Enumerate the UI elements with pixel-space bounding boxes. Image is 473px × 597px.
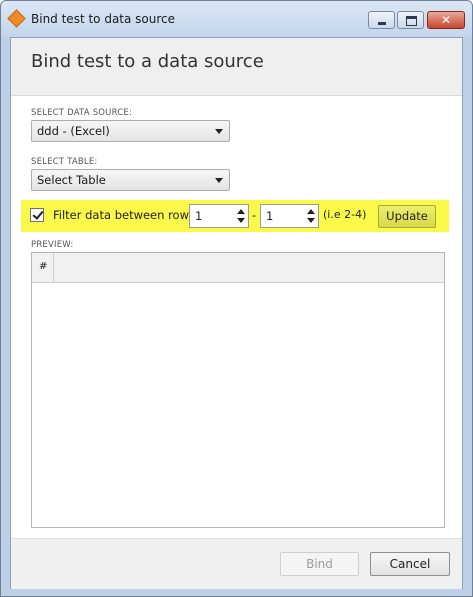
data-source-dropdown[interactable]: ddd - (Excel) bbox=[31, 120, 230, 142]
dialog-content: Bind test to a data source SELECT DATA S… bbox=[10, 37, 463, 589]
table-value: Select Table bbox=[37, 173, 106, 187]
column-header-row-number[interactable]: # bbox=[32, 253, 54, 282]
row-to-spin-buttons[interactable] bbox=[305, 206, 317, 226]
dialog-footer: Bind Cancel bbox=[11, 538, 462, 589]
bind-button[interactable]: Bind bbox=[280, 552, 359, 576]
column-header-label: # bbox=[39, 261, 48, 272]
arrow-up-icon[interactable] bbox=[307, 209, 315, 214]
arrow-up-icon[interactable] bbox=[237, 209, 245, 214]
filter-label: Filter data between rows: bbox=[53, 208, 199, 222]
row-from-stepper[interactable]: 1 bbox=[189, 204, 249, 228]
close-button[interactable]: ✕ bbox=[427, 11, 465, 29]
dialog-window: Bind test to data source ✕ Bind test to … bbox=[0, 0, 473, 597]
preview-label: PREVIEW: bbox=[31, 240, 74, 250]
app-logo-icon bbox=[7, 9, 26, 28]
row-to-stepper[interactable]: 1 bbox=[260, 204, 319, 228]
range-separator: - bbox=[252, 208, 257, 222]
arrow-down-icon[interactable] bbox=[307, 218, 315, 223]
title-bar[interactable]: Bind test to data source ✕ bbox=[1, 1, 472, 37]
chevron-down-icon bbox=[215, 129, 223, 134]
arrow-down-icon[interactable] bbox=[237, 218, 245, 223]
filter-checkbox[interactable] bbox=[30, 208, 44, 222]
filter-rows-panel: Filter data between rows: 1 - 1 (i.e 2-4… bbox=[21, 200, 449, 232]
maximize-button[interactable] bbox=[397, 11, 424, 29]
cancel-button[interactable]: Cancel bbox=[370, 552, 450, 576]
dialog-heading: Bind test to a data source bbox=[31, 51, 264, 72]
range-hint: (i.e 2-4) bbox=[323, 208, 367, 221]
dialog-header: Bind test to a data source bbox=[11, 38, 462, 96]
close-icon: ✕ bbox=[440, 13, 452, 27]
data-source-value: ddd - (Excel) bbox=[37, 124, 110, 138]
row-from-value[interactable]: 1 bbox=[195, 209, 202, 223]
chevron-down-icon bbox=[215, 178, 223, 183]
data-source-label: SELECT DATA SOURCE: bbox=[31, 108, 133, 118]
table-label: SELECT TABLE: bbox=[31, 157, 98, 167]
update-button[interactable]: Update bbox=[378, 205, 436, 228]
preview-grid[interactable]: # bbox=[31, 252, 445, 528]
window-title: Bind test to data source bbox=[31, 12, 176, 26]
table-dropdown[interactable]: Select Table bbox=[31, 169, 230, 191]
row-to-value[interactable]: 1 bbox=[266, 209, 273, 223]
preview-grid-header: # bbox=[32, 253, 444, 283]
row-from-spin-buttons[interactable] bbox=[235, 206, 247, 226]
minimize-button[interactable] bbox=[368, 11, 395, 29]
